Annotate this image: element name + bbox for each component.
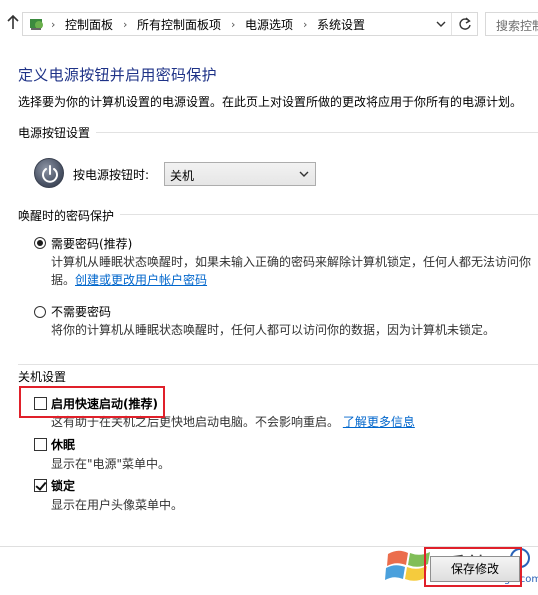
lock-checkbox[interactable] bbox=[34, 479, 47, 492]
up-arrow-icon[interactable] bbox=[6, 14, 20, 30]
wake-password-heading: 唤醒时的密码保护 bbox=[18, 207, 121, 224]
search-input[interactable]: 搜索控制 bbox=[485, 12, 538, 36]
page-title: 定义电源按钮并启用密码保护 bbox=[18, 66, 217, 84]
highlight-box bbox=[19, 386, 165, 418]
no-password-label[interactable]: 不需要密码 bbox=[51, 303, 111, 320]
breadcrumb-power-options[interactable]: 电源选项 bbox=[245, 17, 293, 33]
address-bar[interactable]: › 控制面板 › 所有控制面板项 › 电源选项 › 系统设置 bbox=[22, 12, 478, 36]
learn-more-link[interactable]: 了解更多信息 bbox=[343, 415, 415, 429]
power-settings-window: › 控制面板 › 所有控制面板项 › 电源选项 › 系统设置 搜索控制 定义电源… bbox=[0, 0, 538, 595]
lock-label[interactable]: 锁定 bbox=[51, 477, 75, 494]
power-button-settings-heading: 电源按钮设置 bbox=[18, 124, 97, 141]
search-placeholder: 搜索控制 bbox=[496, 19, 538, 33]
hibernate-label[interactable]: 休眠 bbox=[51, 436, 75, 453]
no-password-desc: 将你的计算机从睡眠状态唤醒时，任何人都可以访问你的数据，因为计算机未锁定。 bbox=[51, 323, 496, 337]
require-password-radio[interactable] bbox=[34, 237, 46, 249]
hibernate-desc: 显示在"电源"菜单中。 bbox=[51, 457, 171, 471]
refresh-icon bbox=[459, 17, 471, 30]
breadcrumb-control-panel[interactable]: 控制面板 bbox=[65, 17, 113, 33]
breadcrumb-all-items[interactable]: 所有控制面板项 bbox=[137, 17, 221, 33]
control-panel-icon bbox=[30, 19, 43, 30]
breadcrumb-separator: › bbox=[51, 18, 56, 31]
hibernate-checkbox[interactable] bbox=[34, 438, 47, 451]
power-button-action-select[interactable]: 关机 bbox=[164, 162, 316, 186]
page-subtitle: 选择要为你的计算机设置的电源设置。在此页上对设置所做的更改将应用于你所有的电源计… bbox=[18, 95, 523, 109]
require-password-desc: 计算机从睡眠状态唤醒时，如果未输入正确的密码来解除计算机锁定，任何人都无法访问你 bbox=[51, 255, 532, 269]
power-symbol-icon bbox=[42, 165, 58, 183]
power-button-label: 按电源按钮时: bbox=[73, 168, 150, 182]
no-password-radio[interactable] bbox=[34, 306, 46, 318]
shutdown-settings-heading: 关机设置 bbox=[18, 368, 73, 385]
breadcrumb-separator: › bbox=[123, 18, 128, 31]
chevron-down-icon[interactable] bbox=[435, 17, 447, 31]
change-password-link[interactable]: 创建或更改用户帐户密码 bbox=[75, 273, 207, 287]
require-password-desc-prefix: 据。 bbox=[51, 273, 76, 287]
refresh-button[interactable] bbox=[451, 13, 477, 35]
address-bar-row: › 控制面板 › 所有控制面板项 › 电源选项 › 系统设置 搜索控制 bbox=[0, 0, 538, 46]
require-password-desc-cont: 据。创建或更改用户帐户密码 bbox=[51, 271, 207, 288]
lock-desc: 显示在用户头像菜单中。 bbox=[51, 498, 184, 512]
power-icon bbox=[34, 158, 64, 188]
breadcrumb-system-settings[interactable]: 系统设置 bbox=[317, 17, 365, 33]
highlight-box bbox=[424, 547, 522, 587]
select-value: 关机 bbox=[170, 169, 195, 183]
group-divider bbox=[18, 364, 538, 365]
breadcrumb-separator: › bbox=[303, 18, 308, 31]
breadcrumb-separator: › bbox=[231, 18, 236, 31]
chevron-down-icon bbox=[299, 171, 309, 177]
require-password-label[interactable]: 需要密码(推荐) bbox=[51, 235, 132, 252]
